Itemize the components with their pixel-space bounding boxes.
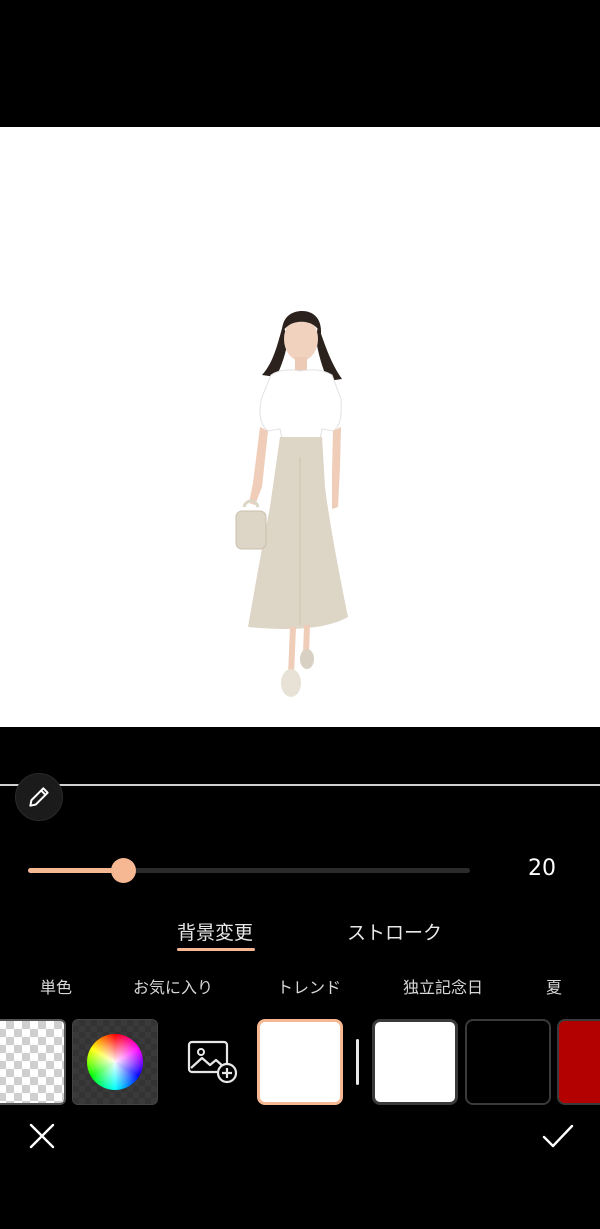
- swatch-row: [0, 1017, 600, 1107]
- canvas-divider: [0, 784, 600, 786]
- tab-background-change[interactable]: 背景変更: [177, 918, 253, 945]
- category-solid[interactable]: 単色: [40, 974, 72, 998]
- pencil-icon: [29, 787, 49, 807]
- slider-value: 20: [528, 856, 556, 881]
- category-bar: 単色 お気に入り トレンド 独立記念日 夏: [0, 974, 600, 1002]
- confirm-button[interactable]: [540, 1118, 576, 1154]
- active-tab-indicator: [177, 948, 255, 951]
- swatch-color-picker[interactable]: [72, 1019, 158, 1105]
- swatch-separator: [356, 1039, 359, 1085]
- add-image-icon: [187, 1040, 238, 1084]
- stroke-width-slider[interactable]: [28, 855, 470, 885]
- category-independence-day[interactable]: 独立記念日: [403, 974, 483, 998]
- slider-fill: [28, 868, 124, 873]
- swatch-black[interactable]: [465, 1019, 551, 1105]
- category-favorites[interactable]: お気に入り: [133, 974, 213, 998]
- color-wheel-icon: [87, 1034, 143, 1090]
- swatch-selected-white[interactable]: [257, 1019, 343, 1105]
- swatch-add-image[interactable]: [170, 1019, 256, 1105]
- photo-canvas[interactable]: [0, 127, 600, 727]
- check-icon: [542, 1124, 574, 1148]
- top-bar: [0, 0, 600, 127]
- swatch-transparent[interactable]: [0, 1019, 66, 1105]
- swatch-white[interactable]: [372, 1019, 458, 1105]
- slider-thumb[interactable]: [111, 858, 137, 883]
- category-trend[interactable]: トレンド: [277, 974, 341, 998]
- edit-button[interactable]: [15, 773, 63, 821]
- swatch-red[interactable]: [557, 1019, 600, 1105]
- close-icon: [29, 1123, 55, 1149]
- tab-bar: 背景変更 ストローク: [0, 918, 600, 958]
- tab-stroke[interactable]: ストローク: [347, 918, 442, 945]
- cancel-button[interactable]: [24, 1118, 60, 1154]
- person-cutout-image: [235, 311, 348, 697]
- category-summer[interactable]: 夏: [546, 974, 562, 998]
